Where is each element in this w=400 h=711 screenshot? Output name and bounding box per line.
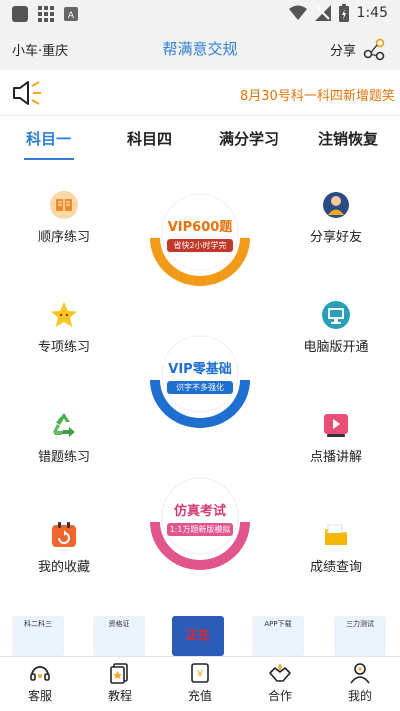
person-icon <box>323 192 349 218</box>
recharge-icon: ¥ <box>191 663 209 683</box>
monitor-icon <box>322 301 350 329</box>
mock-exam-badge-graphic <box>150 477 250 570</box>
app-square-icon <box>12 6 28 22</box>
keyboard-a-icon: A <box>64 7 78 21</box>
vip-zero-badge-graphic <box>150 335 250 428</box>
nav-customer-service[interactable]: 客服 <box>10 661 70 704</box>
feature-label: 顺序练习 <box>37 230 90 245</box>
feature-label: 点播讲解 <box>309 450 362 465</box>
share-label: 分享 <box>329 43 356 59</box>
pc-version-item[interactable]: 电脑版开通 <box>286 300 386 355</box>
mock-exam-button[interactable]: 仿真考试 1:1万题新版模拟 <box>145 472 255 572</box>
headset-icon <box>30 666 50 681</box>
tab-subject-one[interactable]: 科目一 <box>26 128 71 149</box>
nav-label: 客服 <box>27 689 52 703</box>
tab-subject-four[interactable]: 科目四 <box>127 128 172 149</box>
promo-card[interactable]: APP下载 <box>252 616 304 656</box>
user-icon <box>350 663 370 684</box>
notice-text: 8月30号科一科四新增题笑 <box>240 89 395 104</box>
my-favorites-item[interactable]: 我的收藏 <box>14 520 114 575</box>
svg-text:¥: ¥ <box>197 669 203 680</box>
handshake-icon <box>269 663 291 682</box>
share-icon <box>363 38 385 61</box>
nav-cooperation[interactable]: 合作 <box>250 661 310 704</box>
promo-card[interactable]: 三力测试 <box>334 616 386 656</box>
feature-label: 电脑版开通 <box>303 340 369 355</box>
mock-exam-tag: 1:1万题新版模拟 <box>167 523 233 536</box>
video-icon <box>324 414 348 437</box>
mock-exam-title: 仿真考试 <box>173 504 226 519</box>
notice-bar[interactable]: 8月30号科一科四新增题笑 <box>0 70 400 116</box>
status-icons-left: A <box>12 6 78 22</box>
vip600-title: VIP600题 <box>167 220 233 235</box>
feature-label: 专项练习 <box>37 340 90 355</box>
nav-mine[interactable]: 我的 <box>330 661 390 704</box>
feature-label: 错题练习 <box>37 450 90 465</box>
status-bar: A 1:45 <box>0 0 400 28</box>
vip-zero-basis-button[interactable]: VIP零基础 识字不多强化 <box>145 330 255 430</box>
vip600-badge-graphic <box>150 193 250 286</box>
vip-zero-title: VIP零基础 <box>168 362 232 377</box>
feature-label: 我的收藏 <box>37 560 90 575</box>
nav-label: 教程 <box>107 689 132 703</box>
vip600-button[interactable]: VIP600题 省快2小时学完 <box>145 188 255 288</box>
on-demand-explain-item[interactable]: 点播讲解 <box>286 410 386 465</box>
status-icons-right: 1:45 <box>288 4 388 22</box>
app-header: 小车·重庆 帮满意交规 分享 <box>0 28 400 70</box>
nav-label: 我的 <box>347 689 372 703</box>
promo-card[interactable]: 科二科三 <box>12 616 64 656</box>
feature-label: 分享好友 <box>309 230 362 245</box>
wifi-icon <box>288 5 307 20</box>
tab-cancel-restore[interactable]: 注销恢复 <box>318 128 378 149</box>
signal-icon <box>314 5 331 21</box>
vip-zero-tag: 识字不多强化 <box>167 381 233 394</box>
promo-card[interactable]: 资格证 <box>93 616 145 656</box>
special-practice-item[interactable]: 专项练习 <box>14 300 114 355</box>
score-query-item[interactable]: 成绩查询 <box>286 520 386 575</box>
speaker-icon <box>13 81 41 105</box>
active-tab-indicator <box>24 158 74 160</box>
promo-banner-strip: 科二科三 资格证 正在 APP下载 三力测试 <box>0 612 400 656</box>
nav-tutorial[interactable]: 教程 <box>90 661 150 704</box>
wrong-question-practice-item[interactable]: 错题练习 <box>14 410 114 465</box>
feature-label: 成绩查询 <box>309 560 362 575</box>
calendar-icon <box>52 522 76 547</box>
share-friends-item[interactable]: 分享好友 <box>286 190 386 245</box>
nav-recharge[interactable]: ¥ 充值 <box>170 661 230 704</box>
bottom-navigation: 客服 教程 ¥ 充值 合作 我的 <box>0 656 400 711</box>
tab-full-score[interactable]: 满分学习 <box>219 128 279 149</box>
grid-icon <box>38 6 54 22</box>
book-icon <box>50 191 78 219</box>
share-button[interactable]: 分享 <box>330 37 386 61</box>
tutorial-icon <box>110 663 128 684</box>
sequential-practice-item[interactable]: 顺序练习 <box>14 190 114 245</box>
battery-icon <box>338 4 349 22</box>
star-icon <box>51 302 77 327</box>
nav-label: 合作 <box>267 689 292 703</box>
recycle-icon <box>53 413 75 437</box>
clock-time: 1:45 <box>356 5 388 21</box>
folder-icon <box>325 524 347 545</box>
vip600-tag: 省快2小时学完 <box>167 239 233 252</box>
subject-tabs: 科目一 科目四 满分学习 注销恢复 <box>0 120 400 166</box>
promo-card[interactable]: 正在 <box>172 616 224 656</box>
svg-text:A: A <box>68 11 75 21</box>
nav-label: 充值 <box>187 689 212 703</box>
